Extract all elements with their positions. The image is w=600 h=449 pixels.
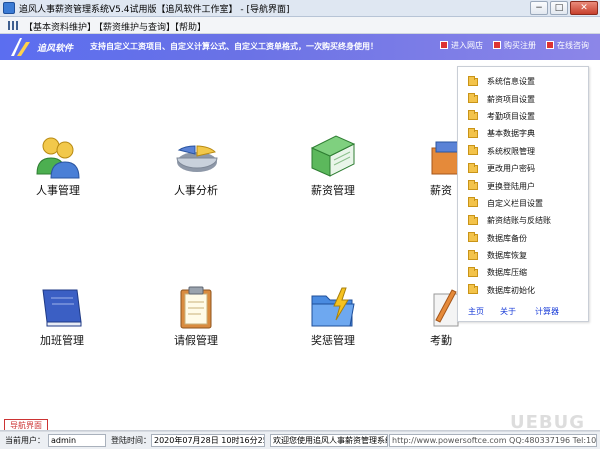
about-link[interactable]: 关于 — [500, 306, 516, 317]
pie-chart-icon — [176, 145, 218, 172]
dropdown-item-permissions[interactable]: 系统权限管理 — [468, 143, 551, 160]
calendar-icon — [440, 41, 448, 49]
tile-attendance-label: 考勤 — [430, 334, 452, 347]
folder-icon — [468, 214, 478, 225]
calculator-link[interactable]: 计算器 — [535, 306, 559, 317]
dropdown-item-label: 薪资项目设置 — [487, 94, 535, 104]
folder-icon — [468, 145, 478, 156]
folder-icon — [468, 180, 478, 191]
book-icon — [310, 135, 356, 177]
dropdown-item-label: 更改用户密码 — [487, 164, 535, 174]
book-blue-icon — [42, 289, 82, 327]
dropdown-item-label: 数据库恢复 — [487, 251, 527, 261]
login-time-value: 2020年07月28日 10时16分25秒 — [151, 434, 265, 447]
salary-icon — [431, 141, 459, 175]
dropdown-item-attendance-items[interactable]: 考勤项目设置 — [468, 108, 551, 125]
dropdown-item-salary-items[interactable]: 薪资项目设置 — [468, 90, 551, 107]
folder-icon — [468, 93, 478, 104]
tile-personnel-analysis[interactable]: 人事分析 — [146, 134, 246, 198]
dropdown-item-label: 数据库初始化 — [487, 285, 535, 295]
dropdown-item-data-dictionary[interactable]: 基本数据字典 — [468, 125, 551, 142]
shop-link[interactable]: 进入网店 — [440, 40, 483, 51]
tile-leave-label: 请假管理 — [174, 334, 218, 347]
dropdown-item-close-account[interactable]: 薪资结账与反结账 — [468, 212, 551, 229]
menu-grip-icon — [8, 21, 20, 30]
menu-help[interactable]: 【帮助】 — [170, 20, 206, 33]
buy-register-link[interactable]: 购买注册 — [493, 40, 536, 51]
people-icon — [36, 137, 80, 179]
title-bar: 追风人事薪资管理系统V5.4试用版【追风软件工作室】 - [导航界面] − □ … — [0, 0, 600, 17]
tile-personnel-label: 人事管理 — [36, 184, 80, 197]
close-button[interactable]: ✕ — [570, 1, 598, 15]
calendar-icon — [493, 41, 501, 49]
tile-reward-punishment-label: 奖惩管理 — [311, 334, 355, 347]
shop-link-label: 进入网店 — [451, 41, 483, 50]
menu-bar: 【基本资料维护】 【薪资维护与查询】 【帮助】 — [0, 17, 600, 34]
buy-register-label: 购买注册 — [504, 41, 536, 50]
dropdown-item-label: 数据库压缩 — [487, 268, 527, 278]
dropdown-list: 系统信息设置 薪资项目设置 考勤项目设置 基本数据字典 系统权限管理 更改用户密… — [468, 73, 551, 299]
dropdown-item-label: 数据库备份 — [487, 233, 527, 243]
folder-icon — [468, 249, 478, 260]
folder-icon — [468, 232, 478, 243]
dropdown-item-db-compress[interactable]: 数据库压缩 — [468, 264, 551, 281]
tile-salary-more[interactable]: 薪资 — [408, 134, 459, 198]
current-user-value: admin — [48, 434, 106, 447]
folder-icon — [468, 110, 478, 121]
dropdown-item-label: 考勤项目设置 — [487, 111, 535, 121]
dropdown-item-label: 系统权限管理 — [487, 146, 535, 156]
tile-salary-more-label: 薪资 — [430, 184, 452, 197]
app-icon — [3, 2, 15, 14]
current-user-label: 当前用户： — [5, 436, 45, 445]
status-bar: 当前用户： admin 登陆时间： 2020年07月28日 10时16分25秒 … — [0, 431, 600, 449]
menu-salary-maintenance[interactable]: 【薪资维护与查询】 — [94, 20, 175, 33]
folder-icon — [468, 127, 478, 138]
banner-slogan: 支持自定义工资项目、自定义计算公式、自定义工资单格式，一次购买终身使用！ — [90, 42, 378, 51]
online-consult-link[interactable]: 在线咨询 — [546, 40, 589, 51]
contact-url: http://www.powersoftce.com QQ:480337196 … — [389, 434, 597, 447]
folder-icon — [468, 266, 478, 277]
dropdown-item-db-init[interactable]: 数据库初始化 — [468, 282, 551, 299]
tile-salary[interactable]: 薪资管理 — [283, 134, 383, 198]
banner: 追风软件 支持自定义工资项目、自定义计算公式、自定义工资单格式，一次购买终身使用… — [0, 34, 600, 60]
clipboard-icon — [180, 286, 212, 329]
dropdown-item-label: 基本数据字典 — [487, 129, 535, 139]
folder-icon — [468, 197, 478, 208]
dropdown-item-label: 自定义栏目设置 — [487, 198, 543, 208]
dropdown-item-label: 系统信息设置 — [487, 77, 535, 87]
folder-icon — [468, 75, 478, 86]
folder-lightning-icon — [311, 287, 355, 327]
pencil-icon — [433, 289, 459, 327]
welcome-text: 欢迎您使用追风人事薪资管理系统 — [270, 434, 388, 447]
tile-overtime-label: 加班管理 — [40, 334, 84, 347]
dropdown-item-custom-columns[interactable]: 自定义栏目设置 — [468, 195, 551, 212]
tile-personnel-analysis-label: 人事分析 — [174, 184, 218, 197]
home-link[interactable]: 主页 — [468, 306, 484, 317]
dropdown-item-switch-user[interactable]: 更换登陆用户 — [468, 177, 551, 194]
tile-overtime[interactable]: 加班管理 — [12, 286, 112, 348]
maximize-button[interactable]: □ — [550, 1, 568, 15]
tile-reward-punishment[interactable]: 奖惩管理 — [283, 286, 383, 348]
folder-icon — [468, 284, 478, 295]
tile-personnel[interactable]: 人事管理 — [8, 134, 108, 198]
dropdown-item-change-password[interactable]: 更改用户密码 — [468, 160, 551, 177]
dropdown-item-label: 薪资结账与反结账 — [487, 216, 551, 226]
dropdown-item-system-info[interactable]: 系统信息设置 — [468, 73, 551, 90]
folder-icon — [468, 162, 478, 173]
calendar-icon — [546, 41, 554, 49]
logo-text: 追风软件 — [37, 44, 74, 54]
window-title: 追风人事薪资管理系统V5.4试用版【追风软件工作室】 - [导航界面] — [19, 5, 290, 15]
dropdown-item-db-backup[interactable]: 数据库备份 — [468, 230, 551, 247]
tile-salary-label: 薪资管理 — [311, 184, 355, 197]
tile-leave[interactable]: 请假管理 — [146, 286, 246, 348]
minimize-button[interactable]: − — [530, 1, 548, 15]
tile-attendance[interactable]: 考勤 — [410, 286, 460, 348]
online-consult-label: 在线咨询 — [557, 41, 589, 50]
menu-basic-data[interactable]: 【基本资料维护】 — [24, 20, 96, 33]
logo-icon — [11, 38, 30, 56]
dropdown-item-label: 更换登陆用户 — [487, 181, 535, 191]
login-time-label: 登陆时间： — [111, 436, 151, 445]
system-dropdown-panel: 系统信息设置 薪资项目设置 考勤项目设置 基本数据字典 系统权限管理 更改用户密… — [457, 66, 589, 322]
dropdown-item-db-restore[interactable]: 数据库恢复 — [468, 247, 551, 264]
